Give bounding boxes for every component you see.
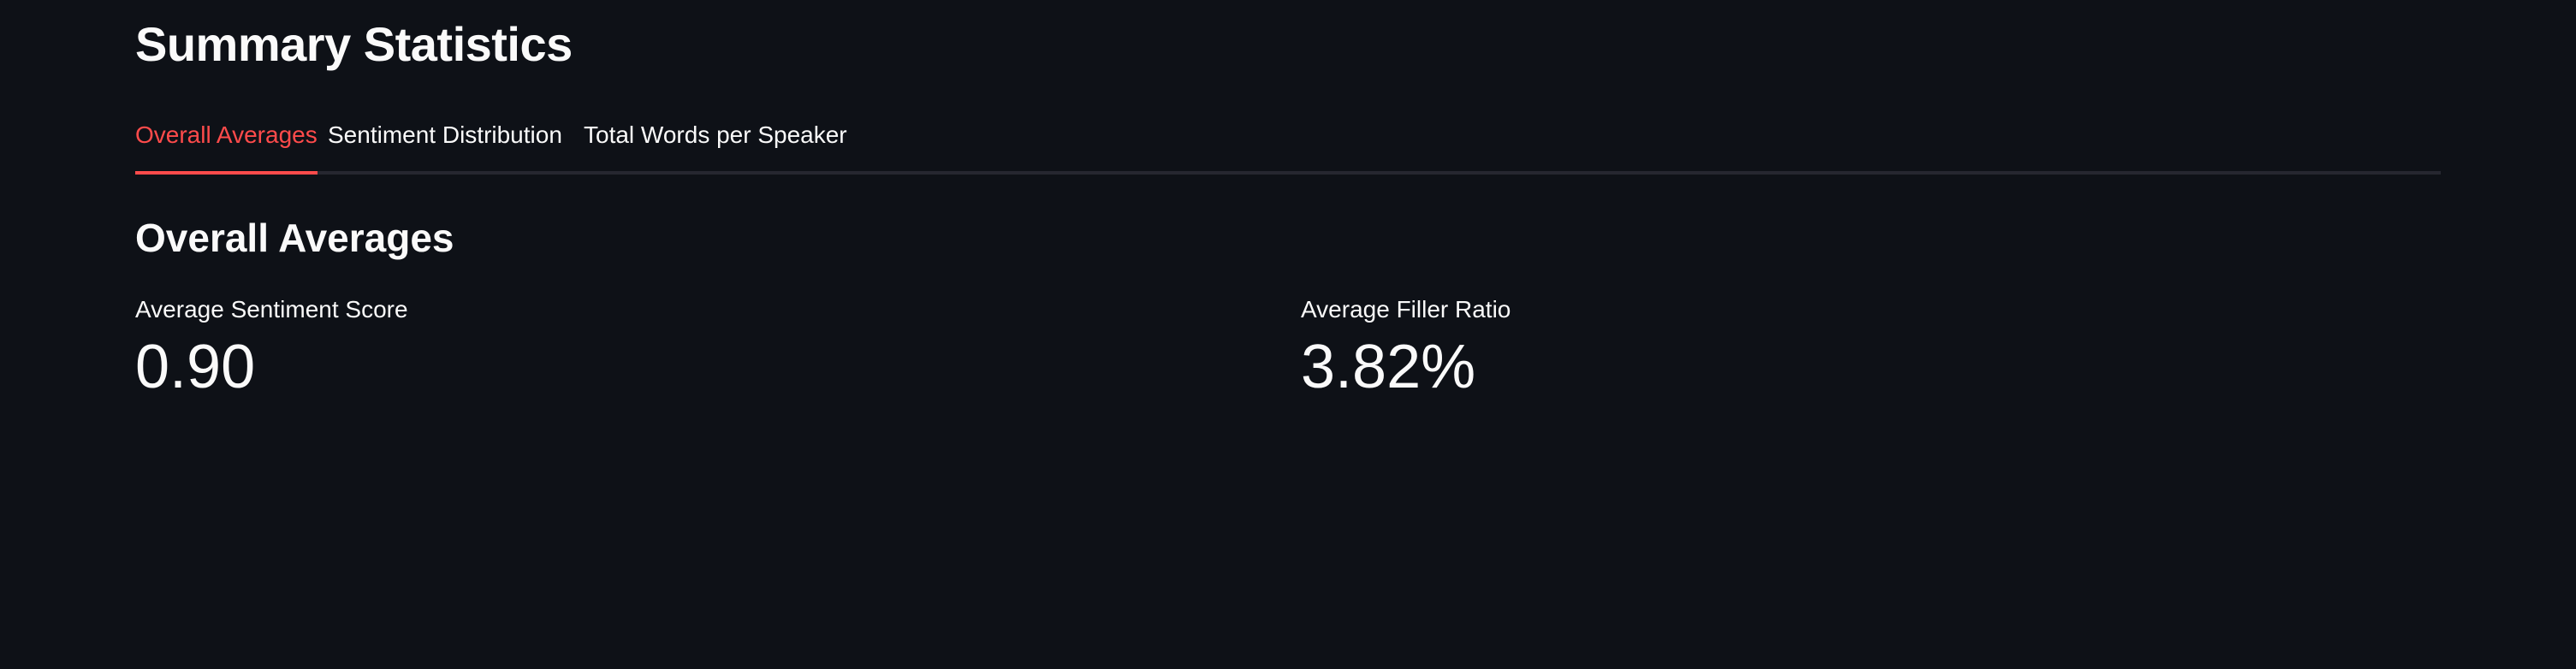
section-title: Overall Averages	[135, 216, 454, 260]
tab-overall-averages[interactable]: Overall Averages	[135, 103, 318, 175]
page-title: Summary Statistics	[135, 17, 573, 71]
tab-bar: Overall Averages Sentiment Distribution …	[135, 103, 2441, 175]
tab-sentiment-distribution[interactable]: Sentiment Distribution	[328, 103, 562, 171]
metric-average-filler-ratio: Average Filler Ratio 3.82%	[1301, 293, 1511, 407]
app-page: Summary Statistics Overall Averages Sent…	[0, 0, 2576, 669]
metric-label: Average Sentiment Score	[135, 296, 408, 323]
metric-value: 3.82%	[1301, 333, 1476, 401]
tab-total-words-per-speaker[interactable]: Total Words per Speaker	[584, 103, 847, 171]
metric-average-sentiment-score: Average Sentiment Score 0.90	[135, 293, 408, 407]
metric-label: Average Filler Ratio	[1301, 296, 1511, 323]
metric-value: 0.90	[135, 333, 256, 401]
